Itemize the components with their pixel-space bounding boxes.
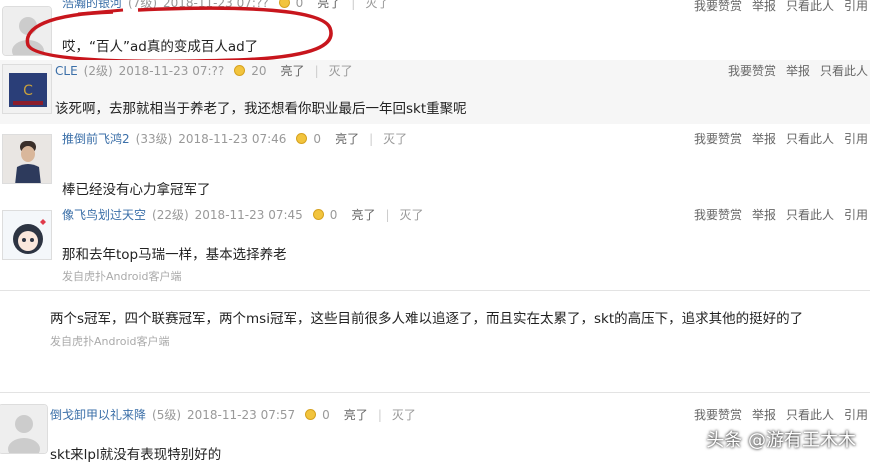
avatar[interactable] (2, 210, 52, 260)
username-link[interactable]: 像飞鸟划过天空 (62, 206, 146, 223)
comment-actions: 我要赞赏 举报 只看此人 引用 (694, 0, 868, 14)
divider: | (369, 131, 374, 146)
light-bulb-icon (305, 409, 317, 420)
light-up-button[interactable]: 亮了 (344, 406, 368, 423)
quote-button[interactable]: 引用 (844, 130, 868, 147)
client-source: 发自虎扑Android客户端 (62, 270, 182, 283)
quote-button[interactable]: 引用 (844, 406, 868, 423)
user-level: (33级) (135, 132, 173, 146)
client-source: 发自虎扑Android客户端 (50, 335, 170, 348)
avatar[interactable] (0, 404, 48, 454)
divider (0, 290, 870, 291)
comment-4: 像飞鸟划过天空 (22级) 2018-11-23 07:45 0 亮了 | 灭了… (0, 202, 870, 290)
divider: | (314, 63, 319, 78)
like-button[interactable]: 我要赞赏 (694, 0, 742, 14)
report-button[interactable]: 举报 (752, 0, 776, 14)
comment-actions: 我要赞赏 举报 只看此人 引用 (694, 206, 868, 223)
avatar[interactable] (2, 134, 52, 184)
only-this-button[interactable]: 只看此人 (786, 0, 834, 14)
default-avatar-icon (0, 405, 47, 453)
anime-avatar-icon (3, 211, 51, 259)
comment-actions: 我要赞赏 举报 只看此人 引用 (694, 130, 868, 147)
divider: | (385, 207, 390, 222)
comment-5: 两个s冠军，四个联赛冠军，两个msi冠军，这些目前很多人难以追逐了，而且实在太累… (0, 292, 870, 392)
only-this-button[interactable]: 只看此人 (820, 62, 868, 79)
comment-3: 推倒前飞鸿2 (33级) 2018-11-23 07:46 0 亮了 | 灭了 … (0, 126, 870, 202)
only-this-button[interactable]: 只看此人 (786, 406, 834, 423)
comment-meta: 倒戈卸甲以礼来降 (5级) 2018-11-23 07:57 0 亮了 | 灭了 (50, 406, 416, 423)
quote-button[interactable]: 引用 (844, 206, 868, 223)
light-up-button[interactable]: 亮了 (335, 130, 359, 147)
post-time: 2018-11-23 07:46 (178, 131, 287, 146)
quote-button[interactable]: 引用 (844, 0, 868, 14)
only-this-button[interactable]: 只看此人 (786, 206, 834, 223)
comment-meta: 推倒前飞鸿2 (33级) 2018-11-23 07:46 0 亮了 | 灭了 (62, 130, 407, 147)
comment-text: 两个s冠军，四个联赛冠军，两个msi冠军，这些目前很多人难以追逐了，而且实在太累… (50, 311, 804, 327)
light-up-button[interactable]: 亮了 (351, 206, 375, 223)
comment-meta: CLE (2级) 2018-11-23 07:?? 20 亮了 | 灭了 (55, 62, 353, 79)
light-count: 0 (322, 407, 330, 422)
report-button[interactable]: 举报 (752, 130, 776, 147)
svg-text:C: C (23, 83, 33, 99)
divider (0, 392, 870, 393)
comment-actions: 我要赞赏 举报 只看此人 引用 (694, 406, 868, 423)
like-button[interactable]: 我要赞赏 (694, 406, 742, 423)
light-up-button[interactable]: 亮了 (281, 62, 305, 79)
comment-text: 棒已经没有心力拿冠军了 (62, 182, 211, 198)
username-link[interactable]: 倒戈卸甲以礼来降 (50, 406, 146, 423)
light-bulb-icon (234, 65, 246, 76)
comment-2: C CLE (2级) 2018-11-23 07:?? 20 亮了 | 灭了 我… (0, 60, 870, 124)
avatar[interactable]: C (2, 64, 52, 114)
post-time: 2018-11-23 07:45 (194, 207, 303, 222)
user-level: (22级) (152, 208, 189, 222)
report-button[interactable]: 举报 (752, 206, 776, 223)
comment-text: skt来lpl就没有表现特别好的 (50, 447, 222, 463)
report-button[interactable]: 举报 (786, 62, 810, 79)
light-count: 20 (251, 63, 267, 78)
post-time: 2018-11-23 07:57 (187, 407, 296, 422)
only-this-button[interactable]: 只看此人 (786, 130, 834, 147)
like-button[interactable]: 我要赞赏 (728, 62, 776, 79)
watermark: 头条 @游有王木木 (706, 430, 856, 451)
user-level: (2级) (83, 64, 113, 78)
comment-text: 该死啊，去那就相当于养老了，我还想看你职业最后一年回skt重聚呢 (55, 101, 467, 117)
light-count: 0 (313, 131, 322, 146)
light-bulb-icon (312, 209, 324, 220)
light-down-button[interactable]: 灭了 (383, 130, 407, 147)
user-photo-avatar-icon (3, 135, 51, 183)
comment-actions: 我要赞赏 举报 只看此人 (728, 62, 868, 79)
light-count: 0 (329, 207, 338, 222)
light-down-button[interactable]: 灭了 (392, 406, 416, 423)
report-button[interactable]: 举报 (752, 406, 776, 423)
user-level: (5级) (152, 408, 182, 422)
comment-1: 浩瀚的银河 (7级) 2018-11-23 07:?? 0 亮了 | 灭了 我要… (0, 0, 870, 64)
divider: | (377, 407, 382, 422)
light-bulb-icon (296, 133, 308, 144)
comment-text: 那和去年top马瑞一样，基本选择养老 (62, 247, 287, 263)
like-button[interactable]: 我要赞赏 (694, 130, 742, 147)
light-down-button[interactable]: 灭了 (329, 62, 353, 79)
post-time: 2018-11-23 07:?? (118, 63, 225, 78)
comment-meta: 像飞鸟划过天空 (22级) 2018-11-23 07:45 0 亮了 | 灭了 (62, 206, 424, 223)
like-button[interactable]: 我要赞赏 (694, 206, 742, 223)
cavaliers-logo-avatar-icon: C (3, 65, 51, 113)
light-down-button[interactable]: 灭了 (400, 206, 424, 223)
divider: | (351, 0, 356, 10)
light-down-button[interactable]: 灭了 (365, 0, 389, 11)
username-link[interactable]: 推倒前飞鸿2 (62, 130, 130, 147)
username-link[interactable]: CLE (55, 64, 78, 78)
